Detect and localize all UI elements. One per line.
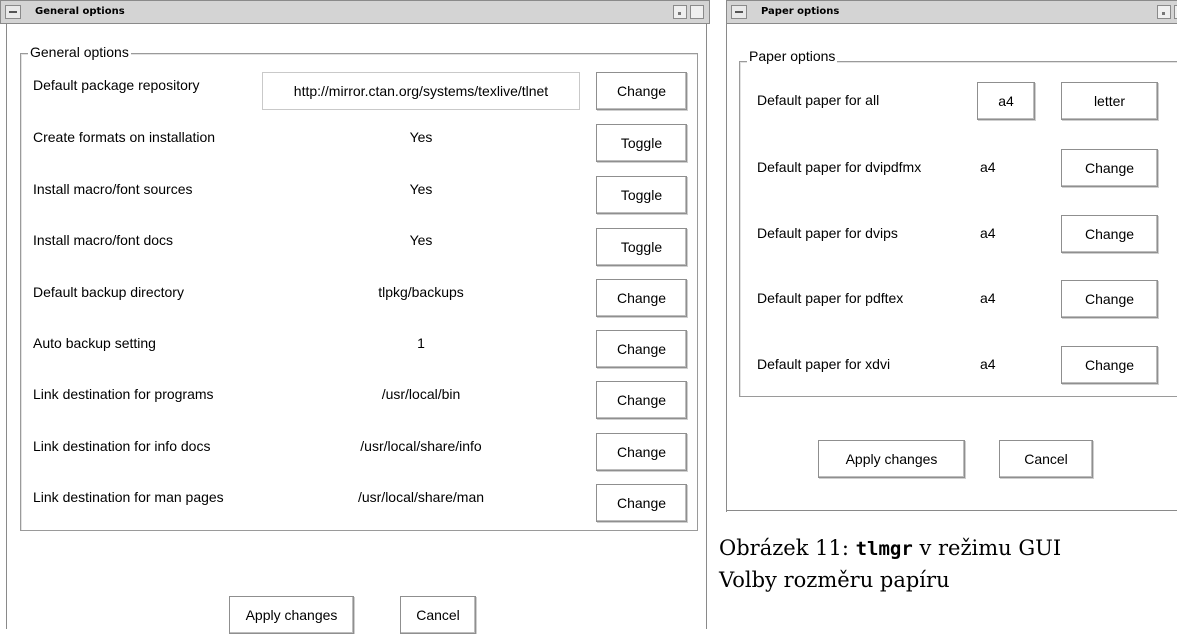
apply-changes-button[interactable]: Apply changes bbox=[229, 596, 354, 634]
minimize-icon[interactable] bbox=[673, 5, 687, 19]
group-label: General options bbox=[28, 44, 131, 60]
row-value: tlpkg/backups bbox=[378, 284, 464, 300]
caption-command: tlmgr bbox=[855, 538, 913, 560]
change-backup-directory-button[interactable]: Change bbox=[596, 279, 687, 317]
row-label: Link destination for info docs bbox=[33, 438, 211, 454]
row-value: 1 bbox=[417, 335, 425, 351]
row-label: Install macro/font docs bbox=[33, 232, 174, 248]
paper-options-titlebar[interactable]: Paper options bbox=[726, 0, 1177, 24]
row-value: /usr/local/bin bbox=[381, 386, 461, 402]
paper-options-window: Paper options Paper options Default pape… bbox=[726, 0, 1177, 512]
paper-letter-button[interactable]: letter bbox=[1061, 82, 1158, 120]
caption-suffix: v režimu GUI bbox=[912, 536, 1062, 560]
window-right-border bbox=[706, 24, 707, 629]
change-xdvi-paper-button[interactable]: Change bbox=[1061, 346, 1158, 384]
toggle-create-formats-button[interactable]: Toggle bbox=[596, 124, 687, 162]
row-label: Create formats on installation bbox=[33, 129, 216, 145]
row-value: Yes bbox=[409, 181, 433, 197]
row-label: Default paper for dvips bbox=[757, 225, 898, 241]
row-label: Default backup directory bbox=[33, 284, 184, 300]
change-man-destination-button[interactable]: Change bbox=[596, 484, 687, 522]
maximize-icon[interactable] bbox=[690, 5, 704, 19]
toggle-install-sources-button[interactable]: Toggle bbox=[596, 176, 687, 214]
row-value: Yes bbox=[409, 129, 433, 145]
row-label: Link destination for man pages bbox=[33, 489, 224, 505]
row-value: Yes bbox=[409, 232, 433, 248]
window-left-border bbox=[6, 24, 7, 629]
row-label: Install macro/font sources bbox=[33, 181, 193, 197]
row-value: /usr/local/share/man bbox=[357, 489, 485, 505]
row-label: Link destination for programs bbox=[33, 386, 214, 402]
row-value: a4 bbox=[980, 159, 996, 175]
window-menu-icon[interactable] bbox=[5, 5, 21, 19]
apply-changes-button[interactable]: Apply changes bbox=[818, 440, 965, 478]
cancel-button[interactable]: Cancel bbox=[999, 440, 1093, 478]
change-programs-destination-button[interactable]: Change bbox=[596, 381, 687, 419]
toggle-install-docs-button[interactable]: Toggle bbox=[596, 228, 687, 266]
figure-caption: Obrázek 11: tlmgr v režimu GUI bbox=[719, 533, 1061, 564]
general-options-titlebar[interactable]: General options bbox=[0, 0, 710, 24]
change-dvipdfmx-paper-button[interactable]: Change bbox=[1061, 149, 1158, 187]
change-repository-button[interactable]: Change bbox=[596, 72, 687, 110]
figure-caption-line2: Volby rozměru papíru bbox=[719, 568, 950, 592]
row-label: Default paper for xdvi bbox=[757, 356, 891, 372]
caption-prefix: Obrázek 11: bbox=[719, 536, 856, 560]
row-label: Auto backup setting bbox=[33, 335, 156, 351]
row-value: a4 bbox=[980, 356, 996, 372]
change-dvips-paper-button[interactable]: Change bbox=[1061, 215, 1158, 253]
row-label: Default paper for all bbox=[757, 92, 880, 108]
minimize-icon[interactable] bbox=[1157, 5, 1171, 19]
row-label: Default package repository bbox=[33, 77, 200, 93]
change-pdftex-paper-button[interactable]: Change bbox=[1061, 280, 1158, 318]
window-menu-icon[interactable] bbox=[731, 5, 747, 19]
row-value: a4 bbox=[980, 225, 996, 241]
group-label: Paper options bbox=[747, 48, 838, 64]
general-options-window: General options General options Default … bbox=[0, 0, 710, 634]
row-value: /usr/local/share/info bbox=[360, 438, 482, 454]
change-info-destination-button[interactable]: Change bbox=[596, 433, 687, 471]
change-auto-backup-button[interactable]: Change bbox=[596, 330, 687, 368]
paper-a4-button[interactable]: a4 bbox=[977, 82, 1035, 120]
repository-url-field[interactable]: http://mirror.ctan.org/systems/texlive/t… bbox=[262, 72, 580, 110]
window-left-border bbox=[726, 24, 727, 512]
window-bottom-border bbox=[726, 510, 1177, 511]
window-title: Paper options bbox=[761, 6, 840, 17]
window-title: General options bbox=[35, 6, 125, 17]
row-label: Default paper for pdftex bbox=[757, 290, 904, 306]
row-value: a4 bbox=[980, 290, 996, 306]
cancel-button[interactable]: Cancel bbox=[400, 596, 476, 634]
row-label: Default paper for dvipdfmx bbox=[757, 159, 922, 175]
